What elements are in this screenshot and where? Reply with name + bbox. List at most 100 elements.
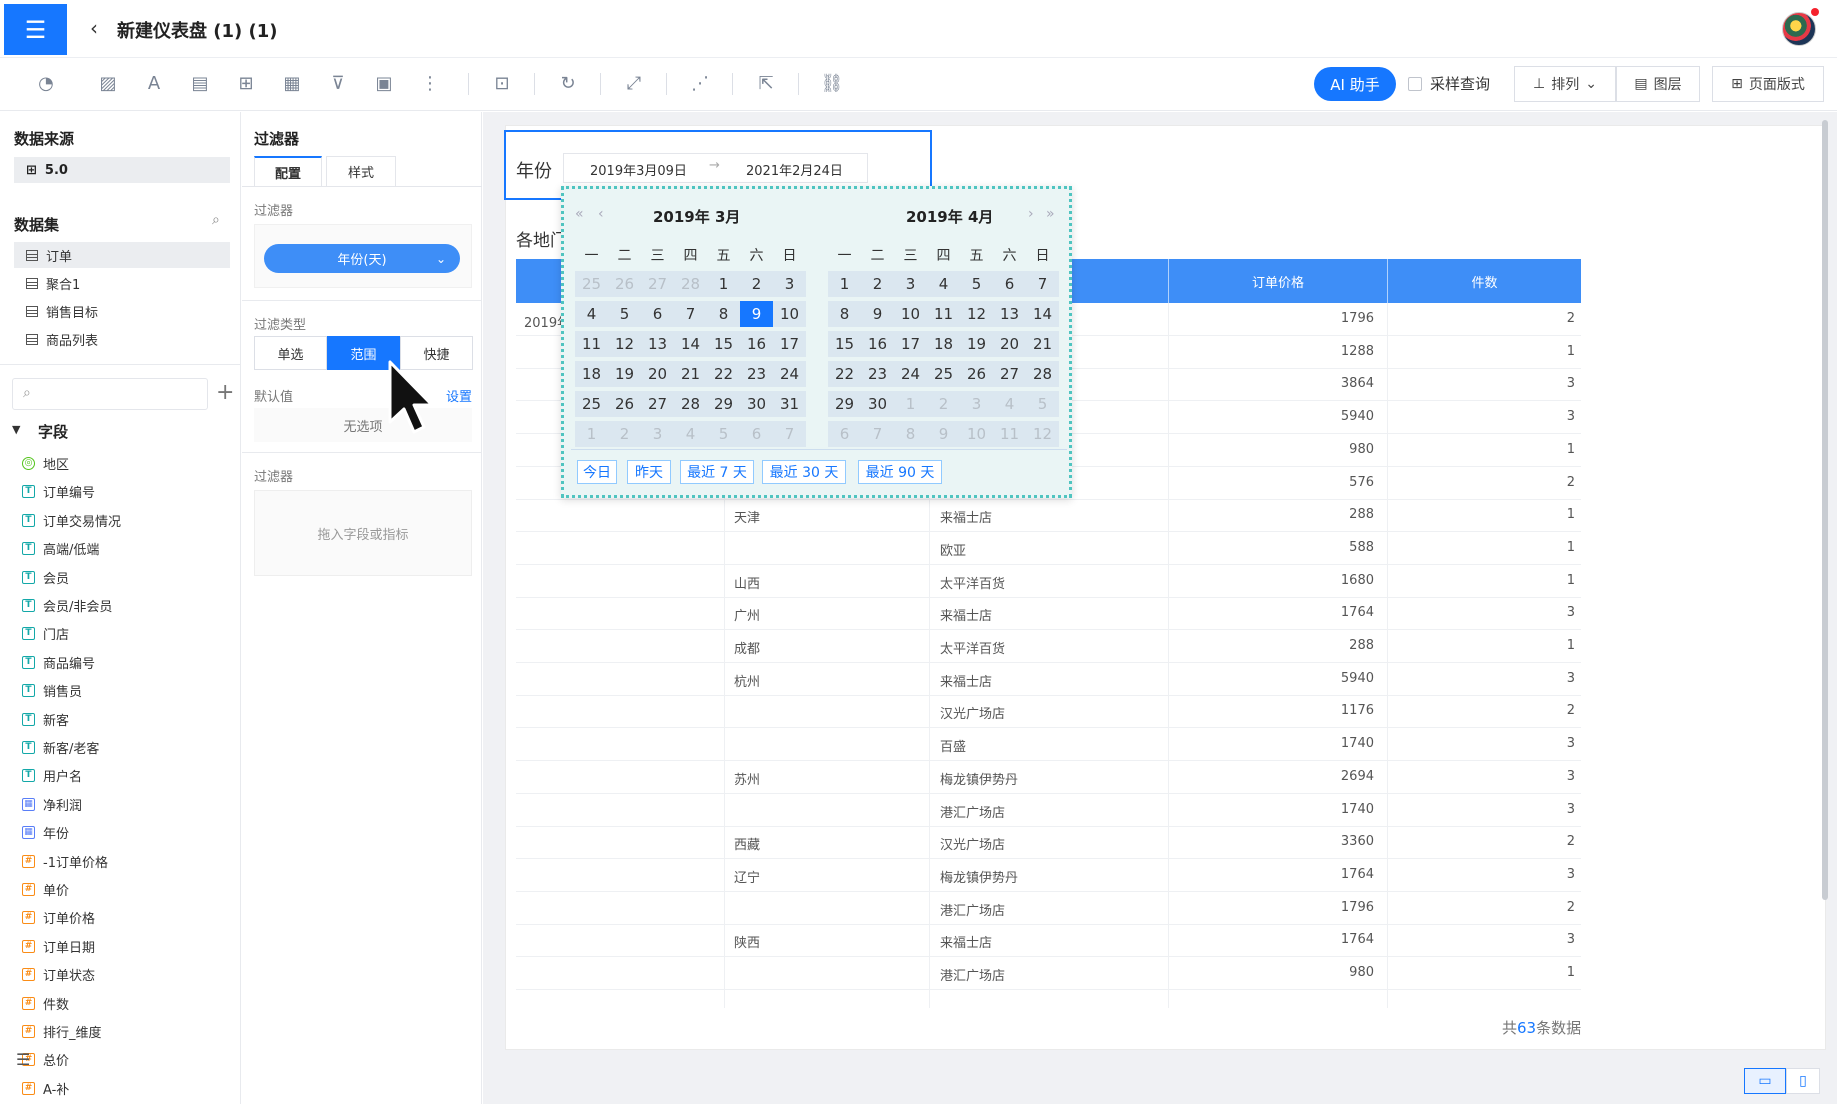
avatar[interactable]	[1782, 12, 1816, 46]
calendar-day[interactable]: 1	[828, 271, 861, 297]
arrange-button[interactable]: ⊥ 排列 ⌄	[1514, 66, 1616, 102]
calendar-day[interactable]: 11	[927, 301, 960, 327]
calendar-day[interactable]: 10	[960, 421, 993, 447]
field-item[interactable]: T 新客	[22, 710, 69, 729]
calendar-day[interactable]: 2	[608, 421, 641, 447]
field-item[interactable]: T 会员/非会员	[22, 596, 112, 615]
form-icon[interactable]: ▦	[278, 70, 306, 98]
scrollbar[interactable]	[1822, 120, 1828, 900]
calendar-day[interactable]: 8	[828, 301, 861, 327]
field-item[interactable]: T 订单交易情况	[22, 511, 121, 530]
drop-zone[interactable]: 拖入字段或指标	[254, 490, 472, 576]
calendar-day[interactable]: 9	[740, 301, 773, 327]
calendar-day[interactable]: 3	[773, 271, 806, 297]
calendar-day[interactable]: 20	[993, 331, 1026, 357]
fullscreen-icon[interactable]: ⤢	[620, 70, 648, 98]
calendar-day[interactable]: 25	[575, 271, 608, 297]
calendar-day[interactable]: 12	[960, 301, 993, 327]
calendar-day[interactable]: 20	[641, 361, 674, 387]
calendar-day[interactable]: 5	[960, 271, 993, 297]
text-icon[interactable]: A	[140, 70, 168, 98]
calendar-day[interactable]: 29	[707, 391, 740, 417]
column-header-count[interactable]: 件数	[1388, 259, 1581, 303]
calendar-day[interactable]: 19	[960, 331, 993, 357]
share-icon[interactable]: ⋰	[686, 70, 714, 98]
field-item[interactable]: T 销售员	[22, 681, 82, 700]
calendar-day[interactable]: 13	[993, 301, 1026, 327]
calendar-day[interactable]: 6	[641, 301, 674, 327]
calendar-day[interactable]: 17	[773, 331, 806, 357]
calendar-day[interactable]: 27	[641, 271, 674, 297]
prev-year-icon[interactable]: «	[575, 206, 584, 222]
calendar-day[interactable]: 5	[707, 421, 740, 447]
calendar-day[interactable]: 6	[993, 271, 1026, 297]
calendar-day[interactable]: 27	[641, 391, 674, 417]
quick-range-button[interactable]: 今日	[577, 460, 617, 484]
calendar-day[interactable]: 16	[861, 331, 894, 357]
calendar-day[interactable]: 4	[993, 391, 1026, 417]
calendar-day[interactable]: 3	[641, 421, 674, 447]
field-item[interactable]: # 单价	[22, 880, 69, 899]
calendar-day[interactable]: 8	[707, 301, 740, 327]
calendar-day[interactable]: 11	[575, 331, 608, 357]
prev-month-icon[interactable]: ‹	[598, 206, 604, 222]
calendar-day[interactable]: 18	[575, 361, 608, 387]
calendar-day[interactable]: 23	[740, 361, 773, 387]
ai-assistant-button[interactable]: AI 助手	[1314, 67, 1396, 101]
calendar-day[interactable]: 13	[641, 331, 674, 357]
calendar-day[interactable]: 28	[674, 271, 707, 297]
calendar-day[interactable]: 17	[894, 331, 927, 357]
calendar-day[interactable]: 8	[894, 421, 927, 447]
tab-config[interactable]: 配置	[254, 156, 322, 186]
calendar-day[interactable]: 28	[674, 391, 707, 417]
more-icon[interactable]: ⋮	[416, 70, 444, 98]
table-icon[interactable]: ▤	[186, 70, 214, 98]
layout-icon[interactable]: ▣	[370, 70, 398, 98]
tab-style[interactable]: 样式	[326, 156, 396, 186]
calendar-day[interactable]: 14	[674, 331, 707, 357]
layer-button[interactable]: ▤ 图层	[1616, 66, 1700, 102]
field-item[interactable]: ▦ 年份	[22, 823, 69, 842]
calendar-day[interactable]: 9	[861, 301, 894, 327]
refresh-icon[interactable]: ↻	[554, 70, 582, 98]
field-item[interactable]: T 新客/老客	[22, 738, 99, 757]
calendar-day[interactable]: 22	[707, 361, 740, 387]
date-range-input[interactable]: 2019年3月09日 → 2021年2月24日	[563, 153, 868, 183]
desktop-view-icon[interactable]: ▭	[1744, 1068, 1786, 1094]
calendar-day[interactable]: 21	[1026, 331, 1059, 357]
calendar-day[interactable]: 30	[740, 391, 773, 417]
calendar-day[interactable]: 19	[608, 361, 641, 387]
calendar-day[interactable]: 25	[927, 361, 960, 387]
calendar-day[interactable]: 24	[894, 361, 927, 387]
calendar-day[interactable]: 15	[707, 331, 740, 357]
calendar-day[interactable]: 30	[861, 391, 894, 417]
field-item[interactable]: T 会员	[22, 568, 69, 587]
dataset-item[interactable]: 销售目标	[14, 298, 230, 324]
field-item[interactable]: T 商品编号	[22, 653, 95, 672]
caret-down-icon[interactable]: ▼	[12, 423, 20, 436]
filter-field-pill[interactable]: 年份(天) ⌄	[264, 244, 460, 273]
field-item[interactable]: ▦ 净利润	[22, 795, 82, 814]
calendar-day[interactable]: 16	[740, 331, 773, 357]
calendar-day[interactable]: 25	[575, 391, 608, 417]
calendar-day[interactable]: 18	[927, 331, 960, 357]
quick-range-button[interactable]: 昨天	[627, 460, 671, 484]
present-icon[interactable]: ⊡	[488, 70, 516, 98]
component-icon[interactable]: ⊞	[232, 70, 260, 98]
mobile-view-icon[interactable]: ▯	[1786, 1068, 1820, 1094]
calendar-day[interactable]: 26	[960, 361, 993, 387]
field-item[interactable]: T 门店	[22, 624, 69, 643]
next-month-icon[interactable]: ›	[1028, 206, 1034, 222]
calendar-day[interactable]: 24	[773, 361, 806, 387]
field-item[interactable]: # 订单日期	[22, 937, 95, 956]
field-item[interactable]: T 用户名	[22, 766, 82, 785]
add-icon[interactable]: +	[216, 380, 234, 405]
field-item[interactable]: # 件数	[22, 994, 69, 1013]
next-year-icon[interactable]: »	[1046, 206, 1055, 222]
calendar-day[interactable]: 11	[993, 421, 1026, 447]
field-item[interactable]: # 排行_维度	[22, 1022, 102, 1041]
quick-range-button[interactable]: 最近 30 天	[762, 460, 846, 484]
calendar-day[interactable]: 7	[1026, 271, 1059, 297]
calendar-day[interactable]: 22	[828, 361, 861, 387]
calendar-day[interactable]: 7	[861, 421, 894, 447]
